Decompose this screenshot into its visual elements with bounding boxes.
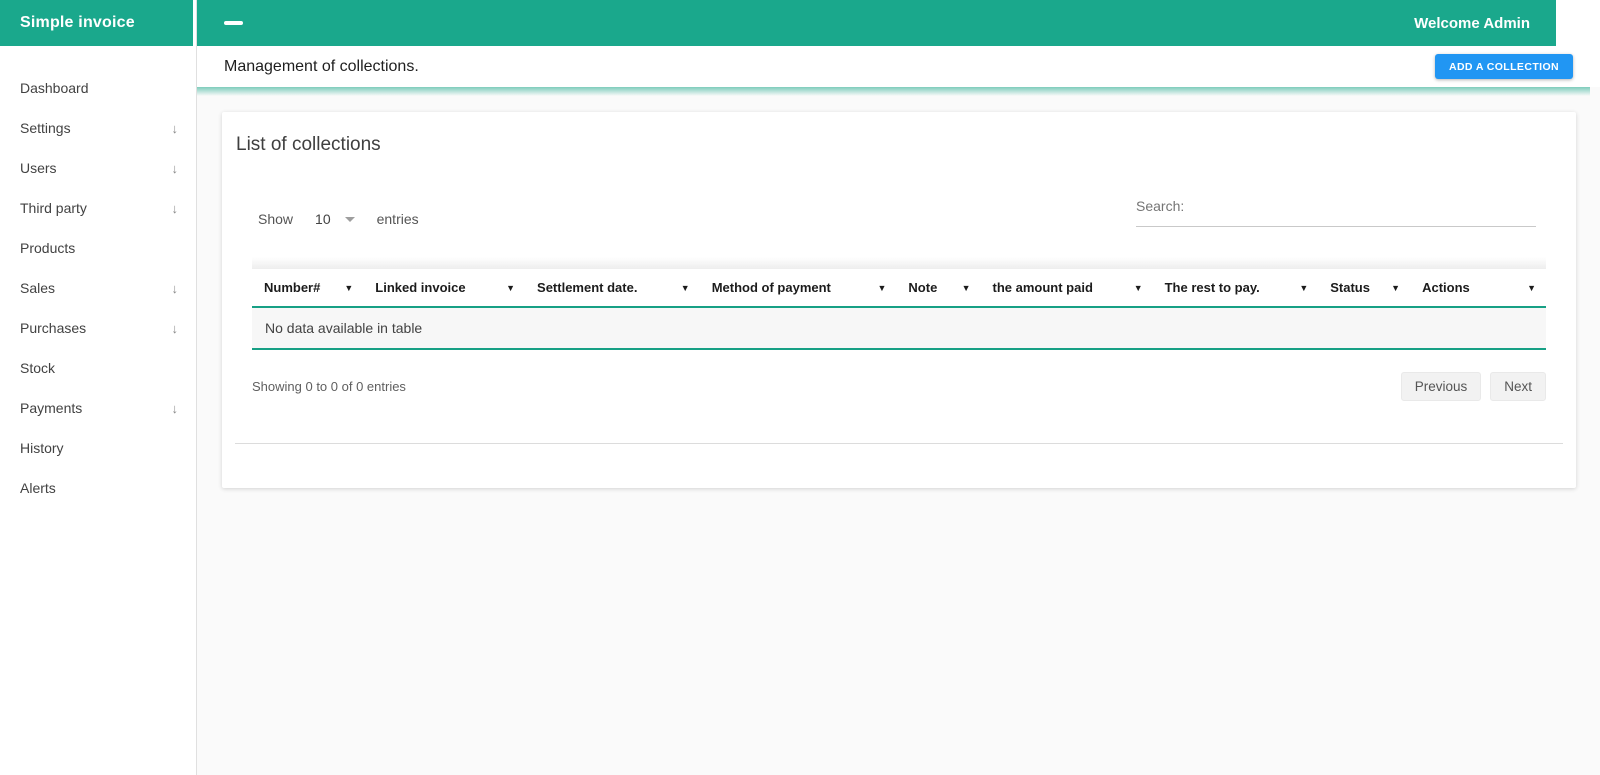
sidebar-item-settings[interactable]: Settings ↓	[0, 108, 196, 148]
subheader: Management of collections. ADD A COLLECT…	[196, 46, 1600, 87]
page-title: Management of collections.	[224, 57, 419, 75]
search-label: Search:	[1136, 198, 1185, 214]
search-control: Search:	[1136, 198, 1536, 227]
column-header-label: Linked invoice	[375, 280, 466, 295]
column-header-method-of-payment[interactable]: Method of payment ▼	[699, 269, 897, 308]
sort-triangle-down-icon: ▼	[961, 282, 971, 293]
empty-table-message: No data available in table	[252, 307, 1546, 350]
column-header-status[interactable]: Status ▼	[1318, 269, 1411, 308]
sidebar-item-dashboard[interactable]: Dashboard	[0, 68, 196, 108]
column-header-label: Number#	[264, 280, 321, 295]
sidebar-item-purchases[interactable]: Purchases ↓	[0, 308, 196, 348]
sort-triangle-down-icon: ▼	[344, 282, 354, 293]
add-collection-button[interactable]: ADD A COLLECTION	[1434, 54, 1573, 79]
card-divider	[235, 443, 1563, 444]
table-header-row: Number# ▼ Linked invoice ▼ Settlement date. ▼…	[252, 269, 1546, 308]
collections-table: Number# ▼ Linked invoice ▼ Settlement date. ▼…	[252, 269, 1546, 350]
arrow-down-icon: ↓	[171, 400, 179, 416]
subheader-shadow	[196, 87, 1590, 96]
sort-triangle-down-icon: ▼	[1391, 282, 1401, 293]
sidebar-item-label: Stock	[20, 360, 56, 376]
sidebar-item-alerts[interactable]: Alerts	[0, 468, 196, 508]
table-row: No data available in table	[252, 307, 1546, 350]
entries-select[interactable]: 10	[315, 211, 355, 227]
sidebar-item-payments[interactable]: Payments ↓	[0, 388, 196, 428]
welcome-text[interactable]: Welcome Admin	[1414, 15, 1530, 32]
sort-triangle-down-icon: ▼	[506, 282, 516, 293]
search-input[interactable]	[1192, 198, 1536, 214]
column-header-settlement-date[interactable]: Settlement date. ▼	[525, 269, 700, 308]
sidebar-item-label: Payments	[20, 400, 83, 416]
sidebar-header: Simple invoice	[0, 0, 193, 46]
arrow-down-icon: ↓	[171, 320, 179, 336]
sort-triangle-down-icon: ▼	[680, 282, 690, 293]
sidebar-item-label: Users	[20, 160, 57, 176]
column-header-the-rest-to-pay[interactable]: The rest to pay. ▼	[1152, 269, 1319, 308]
column-header-label: Settlement date.	[537, 280, 638, 295]
app-brand: Simple invoice	[20, 14, 135, 31]
topbar: Welcome Admin	[196, 0, 1556, 46]
sidebar-item-label: Third party	[20, 200, 87, 216]
column-header-label: Method of payment	[711, 280, 831, 295]
sidebar-item-label: History	[20, 440, 64, 456]
sidebar-item-label: Sales	[20, 280, 56, 296]
table-footer: Showing 0 to 0 of 0 entries Previous Nex…	[252, 372, 1546, 401]
entries-length-control: Show 10 entries	[258, 211, 419, 227]
column-header-label: Actions	[1422, 280, 1470, 295]
sort-triangle-down-icon: ▼	[1527, 282, 1536, 293]
sidebar: Simple invoice Dashboard Settings ↓ Users ↓ T…	[0, 0, 197, 775]
pagination: Previous Next	[1400, 372, 1546, 401]
sidebar-item-products[interactable]: Products	[0, 228, 196, 268]
sidebar-item-label: Purchases	[20, 320, 87, 336]
arrow-down-icon: ↓	[171, 280, 179, 296]
column-header-label: Status	[1330, 280, 1370, 295]
arrow-down-icon: ↓	[171, 200, 179, 216]
menu-toggle-icon[interactable]	[224, 21, 243, 25]
entries-select-value: 10	[315, 211, 331, 227]
arrow-down-icon: ↓	[171, 120, 179, 136]
previous-page-button[interactable]: Previous	[1400, 372, 1482, 401]
table-controls: Show 10 entries Search:	[222, 198, 1576, 227]
column-header-number[interactable]: Number# ▼	[252, 269, 364, 308]
table-wrapper: Number# ▼ Linked invoice ▼ Settlement date. ▼…	[252, 257, 1546, 350]
column-header-label: The rest to pay.	[1164, 280, 1260, 295]
sidebar-item-label: Alerts	[20, 480, 56, 496]
entries-info: Showing 0 to 0 of 0 entries	[252, 379, 406, 394]
card-title: List of collections	[236, 134, 381, 155]
sidebar-item-stock[interactable]: Stock	[0, 348, 196, 388]
sidebar-item-label: Settings	[20, 120, 71, 136]
sort-triangle-down-icon: ▼	[877, 282, 887, 293]
show-label: Show	[258, 211, 294, 227]
sidebar-item-third-party[interactable]: Third party ↓	[0, 188, 196, 228]
collections-card: List of collections Show 10 entries Sear…	[222, 112, 1576, 488]
sidebar-nav: Dashboard Settings ↓ Users ↓ Third party ↓ Prod…	[0, 46, 196, 508]
sort-triangle-down-icon: ▼	[1133, 282, 1143, 293]
sidebar-item-label: Dashboard	[20, 80, 89, 96]
column-header-label: the amount paid	[992, 280, 1093, 295]
next-page-button[interactable]: Next	[1490, 372, 1546, 401]
triangle-down-icon	[344, 216, 355, 222]
column-header-the-amount-paid[interactable]: the amount paid ▼	[980, 269, 1153, 308]
sidebar-item-sales[interactable]: Sales ↓	[0, 268, 196, 308]
sort-triangle-down-icon: ▼	[1299, 282, 1309, 293]
sidebar-item-users[interactable]: Users ↓	[0, 148, 196, 188]
column-header-linked-invoice[interactable]: Linked invoice ▼	[363, 269, 526, 308]
entries-label: entries	[376, 211, 419, 227]
column-header-label: Note	[908, 280, 938, 295]
arrow-down-icon: ↓	[171, 160, 179, 176]
sidebar-item-label: Products	[20, 240, 76, 256]
sidebar-item-history[interactable]: History	[0, 428, 196, 468]
table-top-shadow	[252, 257, 1546, 269]
column-header-actions[interactable]: Actions ▼	[1410, 269, 1546, 308]
column-header-note[interactable]: Note ▼	[896, 269, 981, 308]
